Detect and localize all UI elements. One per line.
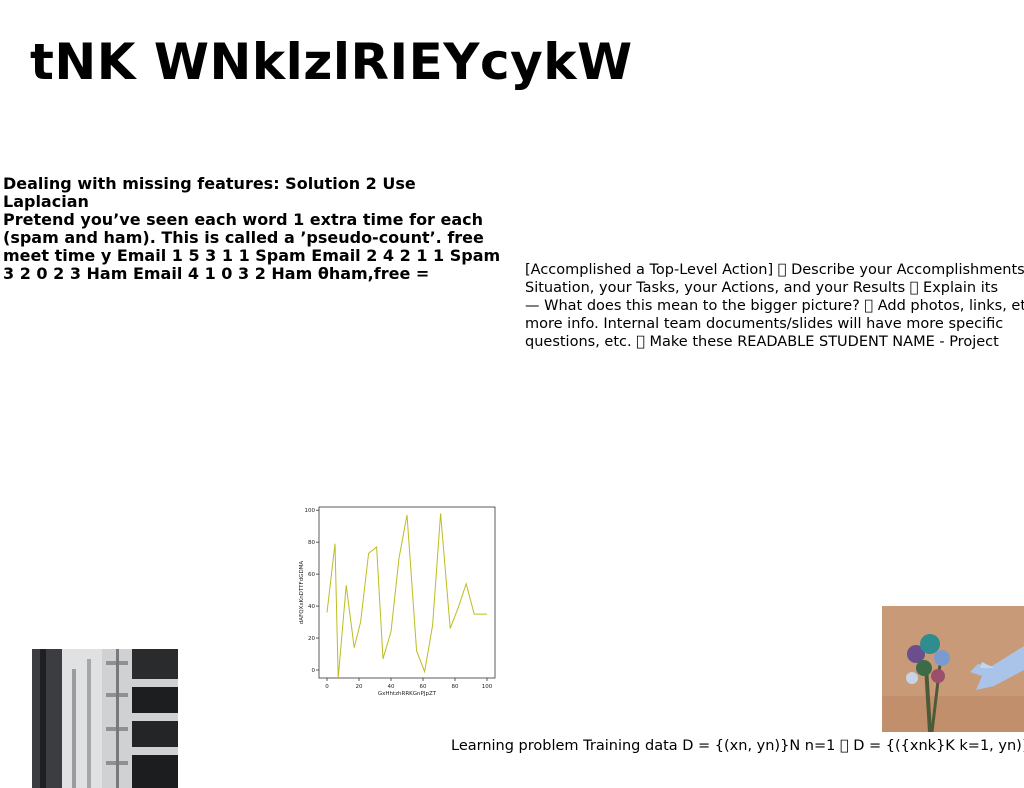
text-line: Dealing with missing features: Solution …	[3, 174, 416, 211]
text-line: questions, etc.   Make these READABLE ST…	[525, 334, 999, 350]
y-tick-label: 20	[308, 636, 315, 642]
text-line: [Accomplished a Top-Level Action]   Desc…	[525, 262, 1024, 278]
y-tick-label: 40	[308, 604, 315, 610]
x-tick-label: 0	[325, 684, 329, 690]
y-tick-label: 0	[312, 668, 316, 674]
learning-problem-text: Learning problem Training data D = {(xn,…	[451, 738, 1024, 754]
bouquet-and-hand-photo	[882, 606, 1024, 732]
accomplishment-text: [Accomplished a Top-Level Action]   Desc…	[525, 261, 1024, 351]
x-tick-label: 20	[356, 684, 363, 690]
page-title: tNK WNklzlRIEYcykW	[30, 33, 633, 91]
x-axis-label: GxHhtzhRRKGnPJpZT	[378, 691, 437, 697]
x-tick-label: 60	[420, 684, 427, 690]
text-line: Pretend you’ve seen each word 1 extra ti…	[3, 210, 484, 229]
text-line: — What does this mean to the bigger pict…	[525, 298, 1024, 314]
building-photo	[32, 649, 178, 788]
y-tick-label: 60	[308, 572, 315, 578]
line-chart: 0 20 40 60 80 100 0 20 40 60 80 100 GxHhtzhRRKGnPJpZ…	[295, 500, 500, 698]
y-tick-label: 100	[305, 508, 316, 514]
x-tick-label: 80	[452, 684, 459, 690]
y-axis-label: dAFQXxKnDTTFdGDMA	[299, 561, 305, 625]
laplacian-smoothing-text: Dealing with missing features: Solution …	[3, 175, 503, 283]
line-chart-svg: 0 20 40 60 80 100 0 20 40 60 80 100 GxHhtzhRRKGnPJpZ…	[299, 506, 496, 697]
x-tick-label: 40	[388, 684, 395, 690]
text-line: more info. Internal team documents/slide…	[525, 316, 1004, 332]
text-line: meet time y Email 1 5 3 1 1 Spam Email 2…	[3, 246, 501, 265]
x-tick-label: 100	[482, 684, 493, 690]
text-line: 3 2 0 2 3 Ham Email 4 1 0 3 2 Ham θham,f…	[3, 264, 430, 283]
y-tick-label: 80	[308, 540, 315, 546]
text-line: Situation, your Tasks, your Actions, and…	[525, 280, 998, 296]
text-line: (spam and ham). This is called a ’pseudo…	[3, 228, 484, 247]
